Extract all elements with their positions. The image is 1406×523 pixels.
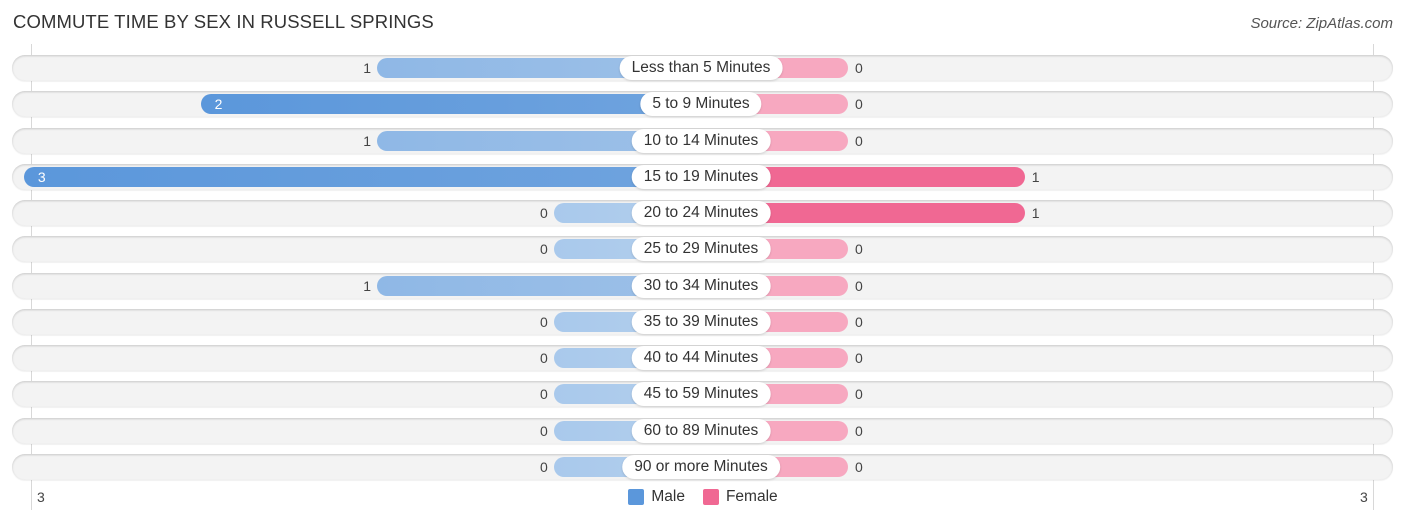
bar-male[interactable] bbox=[200, 94, 701, 115]
category-label: 15 to 19 Minutes bbox=[631, 164, 771, 189]
value-label-male: 0 bbox=[540, 205, 548, 221]
legend-label-male: Male bbox=[651, 488, 685, 505]
value-label-female: 0 bbox=[855, 458, 863, 475]
value-label-female: 0 bbox=[855, 422, 863, 439]
value-label-male: 3 bbox=[37, 168, 46, 185]
chart-title: COMMUTE TIME BY SEX IN RUSSELL SPRINGS bbox=[13, 11, 434, 32]
value-label-female: 0 bbox=[855, 277, 863, 294]
legend-item-female[interactable]: Female bbox=[702, 488, 778, 506]
legend: Male Female bbox=[0, 488, 1406, 506]
legend-item-male[interactable]: Male bbox=[628, 488, 685, 506]
value-label-male: 0 bbox=[540, 458, 548, 475]
source-label: Source: ZipAtlas.com bbox=[1250, 15, 1393, 32]
value-label-male: 0 bbox=[540, 241, 548, 258]
value-label-female: 0 bbox=[855, 313, 863, 330]
category-label: 10 to 14 Minutes bbox=[631, 128, 771, 153]
value-label-female: 0 bbox=[855, 132, 863, 149]
value-label-female: 0 bbox=[855, 386, 863, 403]
legend-swatch-female bbox=[702, 489, 719, 505]
category-label: Less than 5 Minutes bbox=[619, 56, 783, 80]
value-label-male: 0 bbox=[540, 422, 548, 439]
category-label: 30 to 34 Minutes bbox=[631, 273, 771, 298]
category-label: 40 to 44 Minutes bbox=[631, 346, 771, 370]
value-label-male: 0 bbox=[540, 313, 548, 330]
category-label: 20 to 24 Minutes bbox=[631, 201, 771, 225]
value-label-female: 1 bbox=[1031, 205, 1040, 221]
value-label-female: 0 bbox=[855, 350, 863, 366]
category-label: 60 to 89 Minutes bbox=[631, 418, 771, 443]
category-label: 5 to 9 Minutes bbox=[640, 92, 762, 117]
category-label: 90 or more Minutes bbox=[622, 454, 780, 479]
value-label-male: 1 bbox=[363, 60, 372, 76]
legend-swatch-male bbox=[628, 489, 645, 505]
category-label: 35 to 39 Minutes bbox=[631, 309, 771, 334]
legend-label-female: Female bbox=[725, 488, 778, 505]
value-label-male: 0 bbox=[540, 386, 548, 403]
value-label-male: 0 bbox=[540, 350, 548, 366]
value-label-male: 1 bbox=[363, 277, 372, 294]
value-label-male: 1 bbox=[363, 132, 372, 149]
bar-male[interactable] bbox=[23, 166, 701, 187]
value-label-female: 1 bbox=[1031, 168, 1040, 185]
value-label-female: 0 bbox=[855, 96, 863, 113]
value-label-female: 0 bbox=[855, 60, 863, 76]
category-label: 25 to 29 Minutes bbox=[631, 237, 771, 262]
value-label-male: 2 bbox=[214, 96, 223, 113]
value-label-female: 0 bbox=[855, 241, 863, 258]
category-label: 45 to 59 Minutes bbox=[631, 382, 771, 407]
